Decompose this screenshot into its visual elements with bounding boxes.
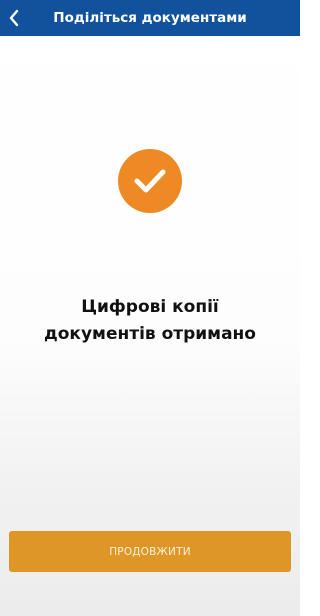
top-app-bar: Поділіться документами — [0, 0, 300, 36]
success-message-line-1: Цифрові копії — [81, 297, 219, 317]
page-title: Поділіться документами — [53, 10, 247, 26]
success-indicator — [118, 149, 182, 213]
success-message-line-2: документів отримано — [44, 324, 256, 344]
continue-button-label: ПРОДОВЖИТИ — [109, 545, 191, 558]
share-documents-screen: Поділіться документами Цифрові копії док… — [0, 0, 300, 616]
back-button[interactable] — [0, 0, 28, 36]
success-message: Цифрові копії документів отримано — [20, 294, 280, 348]
checkmark-icon — [134, 169, 166, 193]
chevron-left-icon — [9, 9, 19, 27]
continue-button[interactable]: ПРОДОВЖИТИ — [9, 531, 291, 572]
